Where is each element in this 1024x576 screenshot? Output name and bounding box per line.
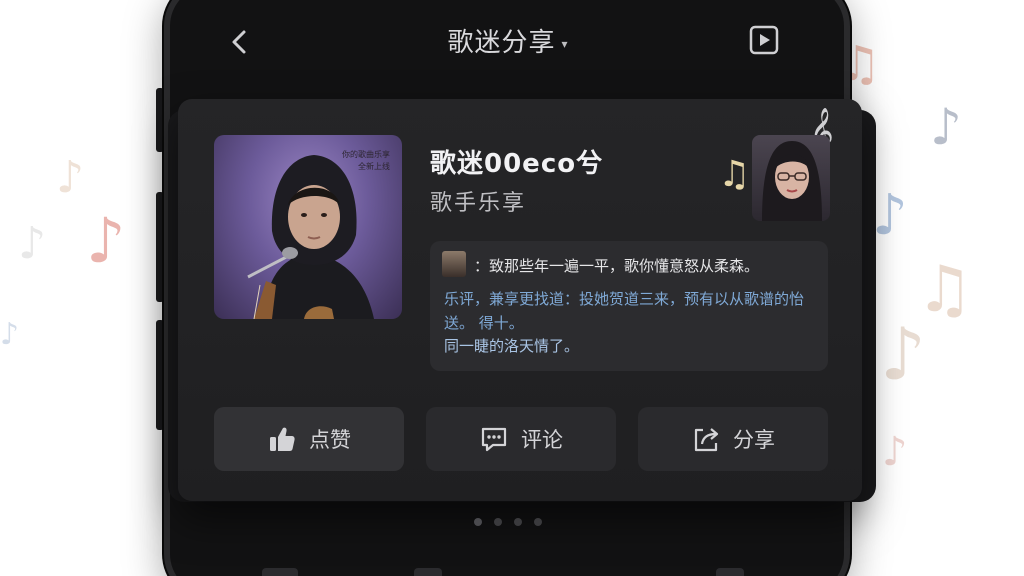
bottom-nav-hint: [716, 568, 744, 576]
chevron-down-icon: ▾: [561, 36, 569, 51]
album-cover[interactable]: 你的歌曲乐享 全新上线: [214, 135, 402, 319]
cover-tag-line1: 你的歌曲乐享: [342, 150, 390, 159]
comment-text: ：致那些年一遍一平，歌你懂意怒从柔森。: [474, 257, 760, 275]
page-dot[interactable]: [534, 518, 542, 526]
page-dot[interactable]: [514, 518, 522, 526]
commenter-avatar: [442, 251, 466, 277]
comment-label: 评论: [521, 428, 563, 452]
share-card: 你的歌曲乐享 全新上线 歌迷00eco兮 歌手乐享 ♫ 𝄞 ：致那些年一遍一平，…: [178, 99, 862, 501]
song-title: 歌迷00eco兮: [430, 149, 604, 179]
page-title-text: 歌迷分享: [447, 28, 556, 58]
music-note-icon: ♪: [18, 218, 47, 269]
music-note-icon: ♪: [56, 152, 85, 203]
top-bar: 歌迷分享 ▾: [200, 0, 816, 84]
phone-side-button: [156, 88, 164, 152]
like-button[interactable]: 点赞: [214, 407, 404, 471]
bottom-nav-hint: [262, 568, 298, 576]
music-note-icon: ♪: [872, 183, 908, 248]
phone-side-button: [156, 320, 164, 430]
thumbs-up-icon: [270, 427, 295, 451]
page-dot[interactable]: [474, 518, 482, 526]
share-icon: [694, 428, 719, 452]
action-bar: 点赞 评论 分享: [214, 407, 828, 471]
page-dot[interactable]: [494, 518, 502, 526]
music-note-icon: ♪: [0, 317, 20, 352]
play-icon[interactable]: [748, 24, 780, 56]
comment-button[interactable]: 评论: [426, 407, 616, 471]
music-note-icon: ♪: [930, 98, 962, 156]
comment-extra-text: 同一睫的洛天情了。: [444, 337, 580, 355]
avatar[interactable]: [752, 135, 830, 221]
bottom-nav-hint: [414, 568, 442, 576]
avatar-illustration: [762, 141, 822, 221]
comment-preview[interactable]: ：致那些年一遍一平，歌你懂意怒从柔森。 乐评，兼享更找道：投她贺道三来，预有以从…: [430, 241, 828, 371]
comment-icon: [481, 427, 507, 452]
share-label: 分享: [733, 428, 775, 452]
phone-side-button: [156, 192, 164, 302]
comment-highlight-text: 乐评，兼享更找道：投她贺道三来，预有以从歌谱的怡送。 得十。: [444, 290, 805, 332]
like-label: 点赞: [309, 428, 351, 452]
music-note-icon: ♪: [882, 429, 908, 475]
cover-tag: 你的歌曲乐享 全新上线: [342, 149, 390, 173]
share-button[interactable]: 分享: [638, 407, 828, 471]
song-subtitle: 歌手乐享: [430, 191, 527, 216]
page-indicator: [474, 518, 542, 526]
page-title[interactable]: 歌迷分享 ▾: [200, 22, 816, 59]
music-note-icon: ♪: [880, 312, 926, 396]
music-note-icon: ♪: [86, 204, 126, 277]
music-note-icon: ♫: [718, 154, 751, 195]
cover-tag-line2: 全新上线: [358, 162, 390, 171]
